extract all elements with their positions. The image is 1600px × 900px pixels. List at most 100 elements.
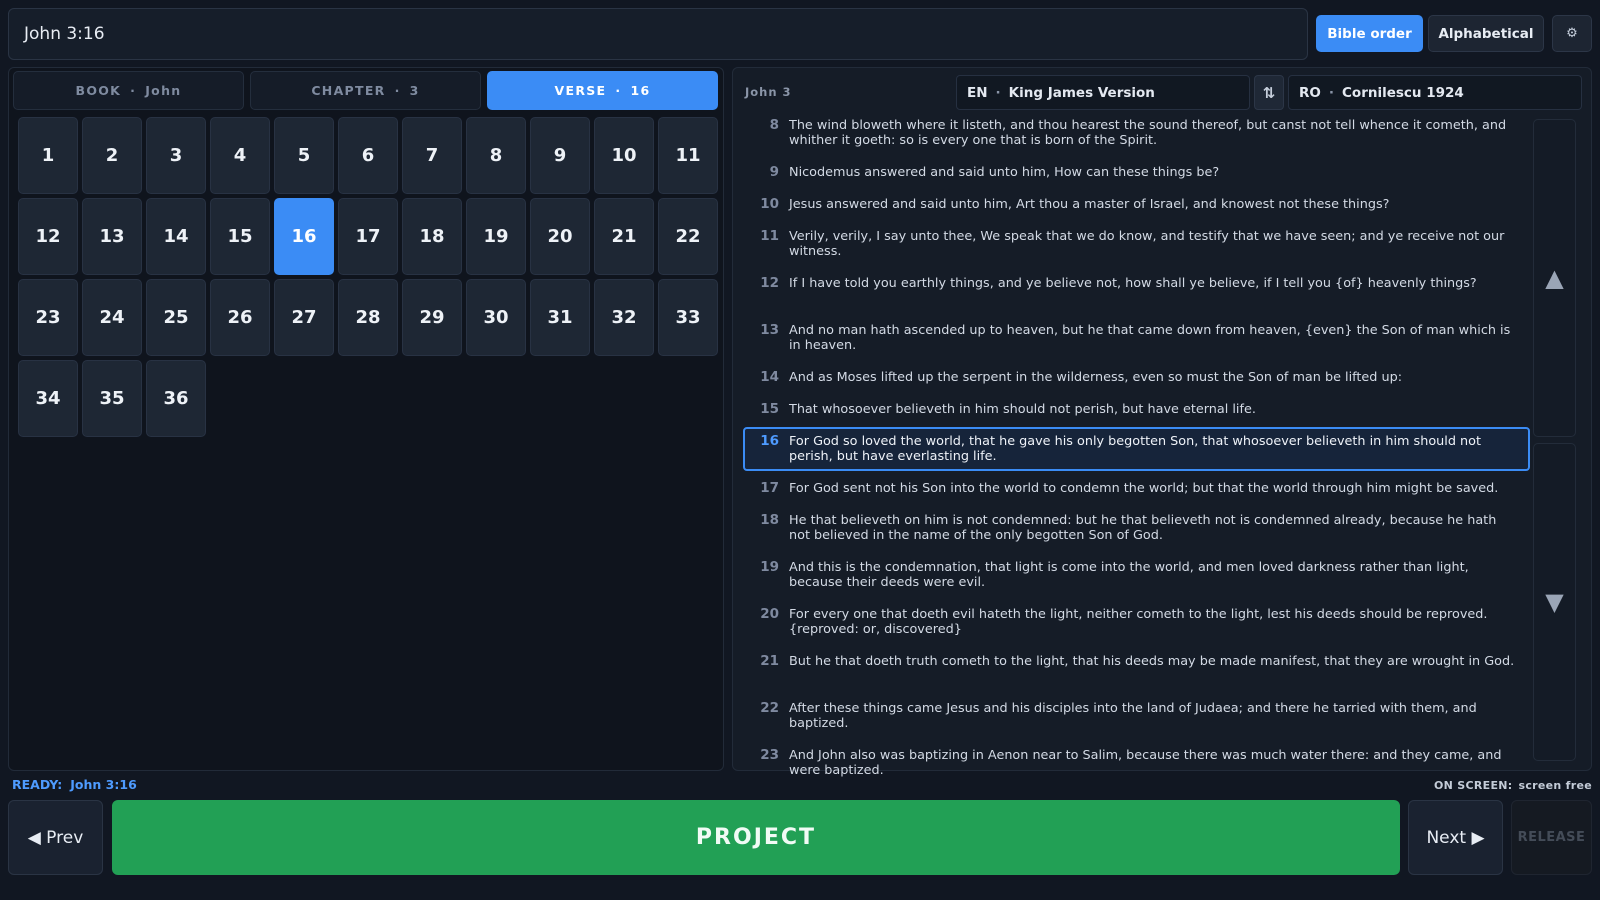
verse-text: And John also was baptizing in Aenon nea… <box>789 748 1502 778</box>
primary-translation-select[interactable]: EN · King James Version <box>956 75 1250 110</box>
verse-row[interactable]: 10 Jesus answered and said unto him, Art … <box>743 196 1530 213</box>
settings-button[interactable]: ⚙ <box>1552 15 1592 52</box>
alphabetical-button[interactable]: Alphabetical <box>1428 15 1544 52</box>
verse-text: And no man hath ascended up to heaven, b… <box>789 323 1511 353</box>
verse-row[interactable]: 20 For every one that doeth evil hateth t… <box>743 606 1530 638</box>
release-button[interactable]: RELEASE <box>1511 800 1592 875</box>
verse-row[interactable]: 22 After these things came Jesus and his … <box>743 700 1530 732</box>
prev-button[interactable]: ◀ Prev <box>8 800 103 875</box>
ready-label: READY: <box>12 777 63 792</box>
verse-number-button[interactable]: 33 <box>658 279 718 356</box>
verse-row[interactable]: 9 Nicodemus answered and said unto him, H… <box>743 165 1530 181</box>
secondary-translation-code: RO <box>1299 84 1321 101</box>
verse-row[interactable]: 12 If I have told you earthly things, and… <box>743 276 1530 292</box>
verse-number-button[interactable]: 26 <box>210 279 270 356</box>
verse-number: 11 <box>760 228 779 244</box>
verse-row[interactable]: 14 And as Moses lifted up the serpent in … <box>743 370 1530 386</box>
verse-row-selected[interactable]: 16 For God so loved the world, that he ga… <box>743 427 1530 471</box>
verse-number: 22 <box>760 700 779 716</box>
verse-number-button[interactable]: 30 <box>466 279 526 356</box>
tab-verse-value: 16 <box>630 83 651 98</box>
tab-verse[interactable]: VERSE · 16 <box>487 71 718 110</box>
bible-order-button[interactable]: Bible order <box>1316 15 1423 52</box>
tab-verse-label: VERSE <box>554 83 607 98</box>
tab-separator: · <box>394 83 401 98</box>
tab-chapter-value: 3 <box>409 83 420 98</box>
search-input[interactable]: John 3:16 <box>8 8 1308 60</box>
verse-number-button[interactable]: 11 <box>658 117 718 194</box>
verse-number: 20 <box>760 606 779 622</box>
verse-number-button[interactable]: 25 <box>146 279 206 356</box>
verse-number-button[interactable]: 4 <box>210 117 270 194</box>
verse-row[interactable]: 8 The wind bloweth where it listeth, and … <box>743 118 1530 149</box>
verse-number-button[interactable]: 12 <box>18 198 78 275</box>
verse-number-button[interactable]: 22 <box>658 198 718 275</box>
chapter-reference: John 3 <box>745 85 792 99</box>
verse-number-button[interactable]: 32 <box>594 279 654 356</box>
verse-number-button[interactable]: 36 <box>146 360 206 437</box>
verse-number-button[interactable]: 19 <box>466 198 526 275</box>
verse-text: That whosoever believeth in him should n… <box>789 402 1256 417</box>
verse-number-button[interactable]: 9 <box>530 117 590 194</box>
verse-row[interactable]: 18 He that believeth on him is not condem… <box>743 513 1530 544</box>
swap-translations-button[interactable]: ⇅ <box>1254 75 1284 110</box>
scroll-up-button[interactable]: ▲ <box>1533 119 1576 437</box>
tab-chapter[interactable]: CHAPTER · 3 <box>250 71 481 110</box>
verse-number-button[interactable]: 20 <box>530 198 590 275</box>
verse-row[interactable]: 17 For God sent not his Son into the worl… <box>743 481 1530 497</box>
verse-number-button[interactable]: 13 <box>82 198 142 275</box>
swap-icon: ⇅ <box>1262 83 1276 102</box>
verse-number-button[interactable]: 15 <box>210 198 270 275</box>
scroll-down-button[interactable]: ▼ <box>1533 443 1576 761</box>
verse-text: But he that doeth truth cometh to the li… <box>789 654 1515 669</box>
verse-number-button[interactable]: 14 <box>146 198 206 275</box>
verse-number-button[interactable]: 35 <box>82 360 142 437</box>
secondary-translation-select[interactable]: RO · Cornilescu 1924 <box>1288 75 1582 110</box>
verse-number: 10 <box>760 196 779 212</box>
verse-number: 23 <box>760 747 779 763</box>
verse-number-button[interactable]: 7 <box>402 117 462 194</box>
verse-row[interactable]: 23 And John also was baptizing in Aenon n… <box>743 747 1530 779</box>
verse-number-button[interactable]: 10 <box>594 117 654 194</box>
verse-row[interactable]: 13 And no man hath ascended up to heaven,… <box>743 323 1530 354</box>
translation-separator: · <box>1328 84 1335 101</box>
next-button[interactable]: Next ▶ <box>1408 800 1503 875</box>
verse-row[interactable]: 15 That whosoever believeth in him should… <box>743 401 1530 418</box>
verse-number-button[interactable]: 18 <box>402 198 462 275</box>
on-screen-value: screen free <box>1518 779 1592 792</box>
verse-number-button[interactable]: 8 <box>466 117 526 194</box>
verse-number-button[interactable]: 3 <box>146 117 206 194</box>
verse-text: And this is the condemnation, that light… <box>789 560 1469 590</box>
verse-number-button[interactable]: 17 <box>338 198 398 275</box>
verse-text: The wind bloweth where it listeth, and t… <box>789 118 1507 148</box>
verse-number-button[interactable]: 24 <box>82 279 142 356</box>
verse-number-button[interactable]: 29 <box>402 279 462 356</box>
on-screen-status: ON SCREEN: screen free <box>1434 779 1592 792</box>
verse-number-button[interactable]: 34 <box>18 360 78 437</box>
verse-number-button[interactable]: 1 <box>18 117 78 194</box>
verse-number-button[interactable]: 23 <box>18 279 78 356</box>
verse-number-button[interactable]: 27 <box>274 279 334 356</box>
verse-text: If I have told you earthly things, and y… <box>789 276 1477 291</box>
verse-text: Nicodemus answered and said unto him, Ho… <box>789 165 1220 180</box>
verse-row[interactable]: 21 But he that doeth truth cometh to the … <box>743 654 1530 670</box>
tab-book[interactable]: BOOK · John <box>13 71 244 110</box>
verse-number-button[interactable]: 16 <box>274 198 334 275</box>
tab-separator: · <box>615 83 622 98</box>
verse-text: For God so loved the world, that he gave… <box>789 434 1481 464</box>
verse-number-button[interactable]: 28 <box>338 279 398 356</box>
verse-number-button[interactable]: 2 <box>82 117 142 194</box>
triangle-up-icon: ▲ <box>1545 264 1564 292</box>
verse-number-button[interactable]: 5 <box>274 117 334 194</box>
verse-text: For every one that doeth evil hateth the… <box>789 607 1488 637</box>
verse-text: And as Moses lifted up the serpent in th… <box>789 370 1403 385</box>
project-button[interactable]: PROJECT <box>112 800 1400 875</box>
verse-number: 15 <box>760 401 779 417</box>
verse-number-button[interactable]: 21 <box>594 198 654 275</box>
verse-number-button[interactable]: 31 <box>530 279 590 356</box>
verse-row[interactable]: 19 And this is the condemnation, that lig… <box>743 560 1530 591</box>
verse-number-button[interactable]: 6 <box>338 117 398 194</box>
translation-separator: · <box>995 84 1001 101</box>
verse-row[interactable]: 11 Verily, verily, I say unto thee, We sp… <box>743 228 1530 260</box>
verse-text: He that believeth on him is not condemne… <box>789 513 1497 543</box>
